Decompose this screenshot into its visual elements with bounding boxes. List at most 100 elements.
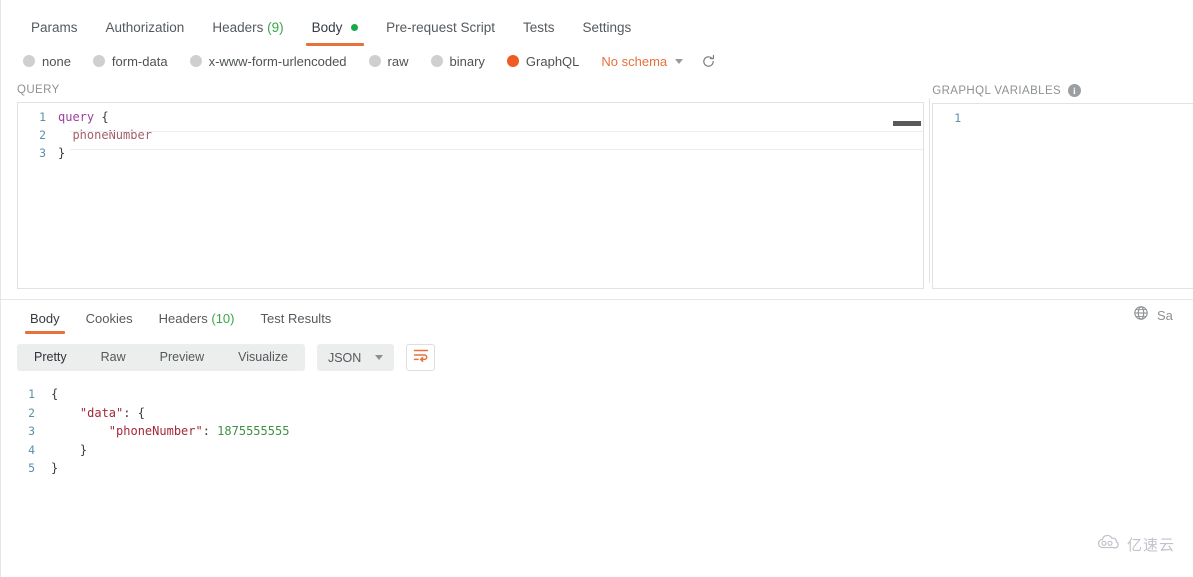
tab-body-active-underline bbox=[305, 43, 365, 46]
response-body-code[interactable]: 1 { 2 "data" : { 3 "phoneNumber" : 18755… bbox=[1, 371, 1193, 478]
code-token-keyword: query bbox=[58, 110, 95, 124]
tab-params-label: Params bbox=[31, 19, 78, 35]
save-response-label[interactable]: Sa bbox=[1157, 308, 1173, 323]
json-punctuation: : { bbox=[123, 405, 145, 420]
body-type-radio-group: none form-data x-www-form-urlencoded raw… bbox=[1, 46, 1193, 76]
json-number-value: 1875555555 bbox=[217, 424, 290, 438]
response-tab-test-results[interactable]: Test Results bbox=[248, 312, 345, 334]
json-punctuation: { bbox=[51, 387, 59, 401]
body-type-x-www-form-urlencoded-label: x-www-form-urlencoded bbox=[208, 53, 347, 69]
response-language-select[interactable]: JSON bbox=[316, 344, 395, 371]
body-type-raw[interactable]: raw bbox=[368, 54, 409, 69]
response-tab-body-active-underline bbox=[25, 331, 65, 334]
wrap-text-button[interactable] bbox=[406, 344, 436, 371]
editor-scrollbar-thumb[interactable] bbox=[893, 121, 922, 126]
tab-headers-count: (9) bbox=[267, 19, 284, 35]
response-tab-test-results-label: Test Results bbox=[260, 311, 332, 326]
graphql-variables-editor[interactable]: 1 bbox=[932, 103, 1193, 289]
json-key: "data" bbox=[51, 405, 124, 420]
json-punctuation: : bbox=[202, 424, 218, 438]
editor-row-divider bbox=[70, 131, 924, 132]
tab-tests[interactable]: Tests bbox=[509, 19, 569, 47]
query-code-lines: 1 query { 2 phoneNumber 3 } bbox=[18, 103, 923, 162]
green-dot-icon bbox=[351, 23, 359, 31]
line-number: 1 bbox=[28, 387, 35, 401]
line-number: 2 bbox=[28, 405, 35, 420]
code-line: 2 phoneNumber bbox=[18, 126, 923, 144]
variables-code-lines: 1 bbox=[933, 104, 1193, 127]
info-icon[interactable]: i bbox=[1068, 84, 1082, 97]
response-code-line: 1 { bbox=[1, 385, 1193, 404]
response-tab-cookies[interactable]: Cookies bbox=[73, 312, 146, 334]
json-punctuation: } bbox=[51, 442, 88, 457]
tab-headers[interactable]: Headers (9) bbox=[198, 19, 297, 47]
view-mode-pretty[interactable]: Pretty bbox=[17, 344, 84, 371]
view-mode-visualize[interactable]: Visualize bbox=[221, 344, 305, 371]
editor-row-divider bbox=[70, 149, 924, 150]
chevron-down-icon bbox=[375, 355, 384, 360]
cloud-icon bbox=[1096, 534, 1122, 555]
query-pane-label: QUERY bbox=[17, 84, 60, 96]
postman-request-response-view: Params Authorization Headers (9) Body Pr… bbox=[0, 0, 1193, 577]
body-type-graphql[interactable]: GraphQL bbox=[506, 53, 580, 69]
watermark: 亿速云 bbox=[1096, 534, 1175, 555]
radio-icon bbox=[430, 55, 443, 67]
tab-tests-label: Tests bbox=[522, 19, 555, 35]
response-code-line: 3 "phoneNumber" : 1875555555 bbox=[1, 422, 1193, 441]
refresh-icon[interactable] bbox=[701, 54, 716, 69]
response-tab-body-label: Body bbox=[30, 311, 60, 326]
code-token-punctuation: { bbox=[94, 110, 109, 124]
response-view-mode-group: Pretty Raw Preview Visualize bbox=[17, 344, 305, 371]
tab-headers-label: Headers bbox=[212, 19, 264, 35]
response-tab-headers[interactable]: Headers (10) bbox=[146, 312, 248, 334]
line-number: 3 bbox=[39, 146, 46, 160]
code-token-field: phoneNumber bbox=[58, 128, 152, 142]
variables-pane-label-text: GRAPHQL VARIABLES bbox=[932, 84, 1062, 97]
graphql-variables-pane: GRAPHQL VARIABLES i 1 bbox=[924, 84, 1193, 289]
body-type-binary[interactable]: binary bbox=[430, 53, 485, 69]
view-mode-preview[interactable]: Preview bbox=[143, 344, 221, 371]
body-type-none-label: none bbox=[42, 53, 71, 69]
pane-divider[interactable] bbox=[929, 98, 930, 283]
request-tab-bar: Params Authorization Headers (9) Body Pr… bbox=[1, 0, 1193, 46]
chevron-down-icon[interactable] bbox=[675, 58, 684, 64]
graphql-editor-area: QUERY 1 query { 2 phoneNumber 3} GRAPHQ… bbox=[1, 76, 1193, 289]
radio-icon bbox=[23, 55, 35, 67]
tab-settings-label: Settings bbox=[582, 19, 632, 35]
body-type-none[interactable]: none bbox=[23, 54, 71, 69]
response-tab-cookies-label: Cookies bbox=[85, 311, 133, 326]
tab-body[interactable]: Body bbox=[298, 19, 373, 46]
variables-pane-label: GRAPHQL VARIABLES i bbox=[932, 84, 1193, 103]
response-tab-body[interactable]: Body bbox=[17, 312, 73, 334]
tab-pre-request-script-label: Pre-request Script bbox=[386, 19, 495, 35]
line-number: 1 bbox=[39, 110, 46, 124]
json-punctuation: } bbox=[51, 461, 59, 475]
response-code-line: 4 } bbox=[1, 441, 1193, 460]
response-tab-headers-count: (10) bbox=[211, 311, 235, 326]
body-type-form-data-label: form-data bbox=[111, 53, 168, 69]
tab-body-label: Body bbox=[311, 19, 343, 35]
tab-authorization[interactable]: Authorization bbox=[92, 20, 199, 47]
code-line: 3 } bbox=[18, 144, 923, 162]
body-type-form-data[interactable]: form-data bbox=[92, 53, 168, 69]
response-code-line: 2 "data" : { bbox=[1, 404, 1193, 423]
globe-icon[interactable] bbox=[1133, 305, 1149, 326]
tab-pre-request-script[interactable]: Pre-request Script bbox=[372, 19, 509, 47]
code-line: 1 bbox=[933, 109, 1193, 127]
response-actions: Sa bbox=[1133, 305, 1193, 326]
body-type-x-www-form-urlencoded[interactable]: x-www-form-urlencoded bbox=[189, 53, 347, 69]
tab-settings[interactable]: Settings bbox=[568, 19, 645, 47]
watermark-text: 亿速云 bbox=[1126, 537, 1175, 554]
tab-params[interactable]: Params bbox=[17, 19, 92, 47]
body-type-binary-label: binary bbox=[449, 53, 485, 69]
schema-selector[interactable]: No schema bbox=[601, 54, 667, 69]
line-number: 5 bbox=[28, 461, 35, 475]
body-type-graphql-label: GraphQL bbox=[525, 53, 580, 69]
query-pane: QUERY 1 query { 2 phoneNumber 3} bbox=[1, 84, 925, 289]
view-mode-raw[interactable]: Raw bbox=[84, 344, 143, 371]
wrap-text-icon bbox=[413, 348, 429, 367]
response-tab-bar: Body Cookies Headers (10) Test Results S… bbox=[1, 300, 1193, 334]
response-code-line: 5 } bbox=[1, 459, 1193, 478]
query-editor[interactable]: 1 query { 2 phoneNumber 3 } bbox=[17, 102, 925, 289]
radio-icon bbox=[368, 55, 381, 67]
